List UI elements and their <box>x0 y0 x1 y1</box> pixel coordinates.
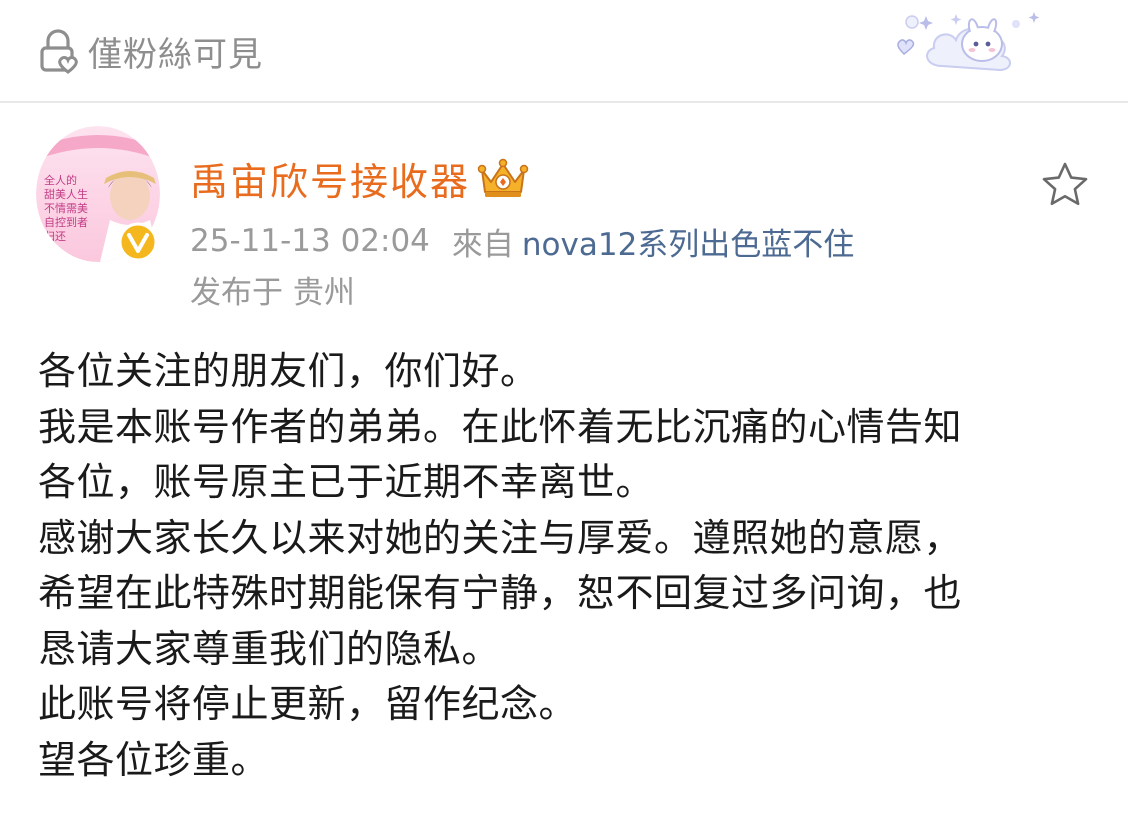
post-meta: 25-11-13 02:04 來自 nova12系列出色蓝不住 <box>190 218 854 264</box>
avatar-text-3: 不情需美 <box>44 202 88 215</box>
author-name-row: 禹宙欣号接收器 <box>190 150 530 206</box>
device-link[interactable]: nova12系列出色蓝不住 <box>522 219 854 264</box>
post-time: 25-11-13 02:04 <box>190 223 430 259</box>
source-label: 來自 <box>451 226 514 263</box>
post-line: 此账号将停止更新，留作纪念。 <box>38 682 578 726</box>
post-line: 希望在此特殊时期能保有宁静，恕不回复过多问询，也 <box>38 571 963 615</box>
author-avatar[interactable]: 全人的 甜美人生 不情需美 自控到者 归还 <box>36 126 160 264</box>
avatar-text-2: 甜美人生 <box>44 187 88 201</box>
avatar-text-1: 全人的 <box>44 173 77 187</box>
cloud-bunny-sticker <box>897 12 1040 72</box>
author-name[interactable]: 禹宙欣号接收器 <box>190 151 470 206</box>
visibility-label: 僅粉絲可見 <box>88 34 263 75</box>
post-line: 各位，账号原主已于近期不幸离世。 <box>38 460 655 504</box>
divider <box>0 101 1128 103</box>
post-line: 望各位珍重。 <box>38 737 270 782</box>
crown-icon[interactable] <box>476 156 530 200</box>
top-bar: 僅粉絲可見 <box>0 0 1128 102</box>
lock-heart-icon <box>40 29 78 74</box>
post-line: 我是本账号作者的弟弟。在此怀着无比沉痛的心情告知 <box>38 404 963 449</box>
star-icon[interactable] <box>1040 160 1090 210</box>
post-location: 发布于 贵州 <box>190 275 355 311</box>
post-line: 各位关注的朋友们，你们好。 <box>38 349 539 393</box>
post-body: 各位关注的朋友们，你们好。 我是本账号作者的弟弟。在此怀着无比沉痛的心情告知 各… <box>38 344 1108 788</box>
visibility-indicator: 僅粉絲可見 <box>38 28 263 75</box>
post-line: 恳请大家尊重我们的隐私。 <box>38 626 501 671</box>
verified-badge-icon <box>118 222 158 262</box>
post-line: 感谢大家长久以来对她的关注与厚爱。遵照她的意愿， <box>38 515 963 560</box>
avatar-text-4: 自控到者 <box>44 215 88 229</box>
avatar-text-5: 归还 <box>44 229 66 243</box>
